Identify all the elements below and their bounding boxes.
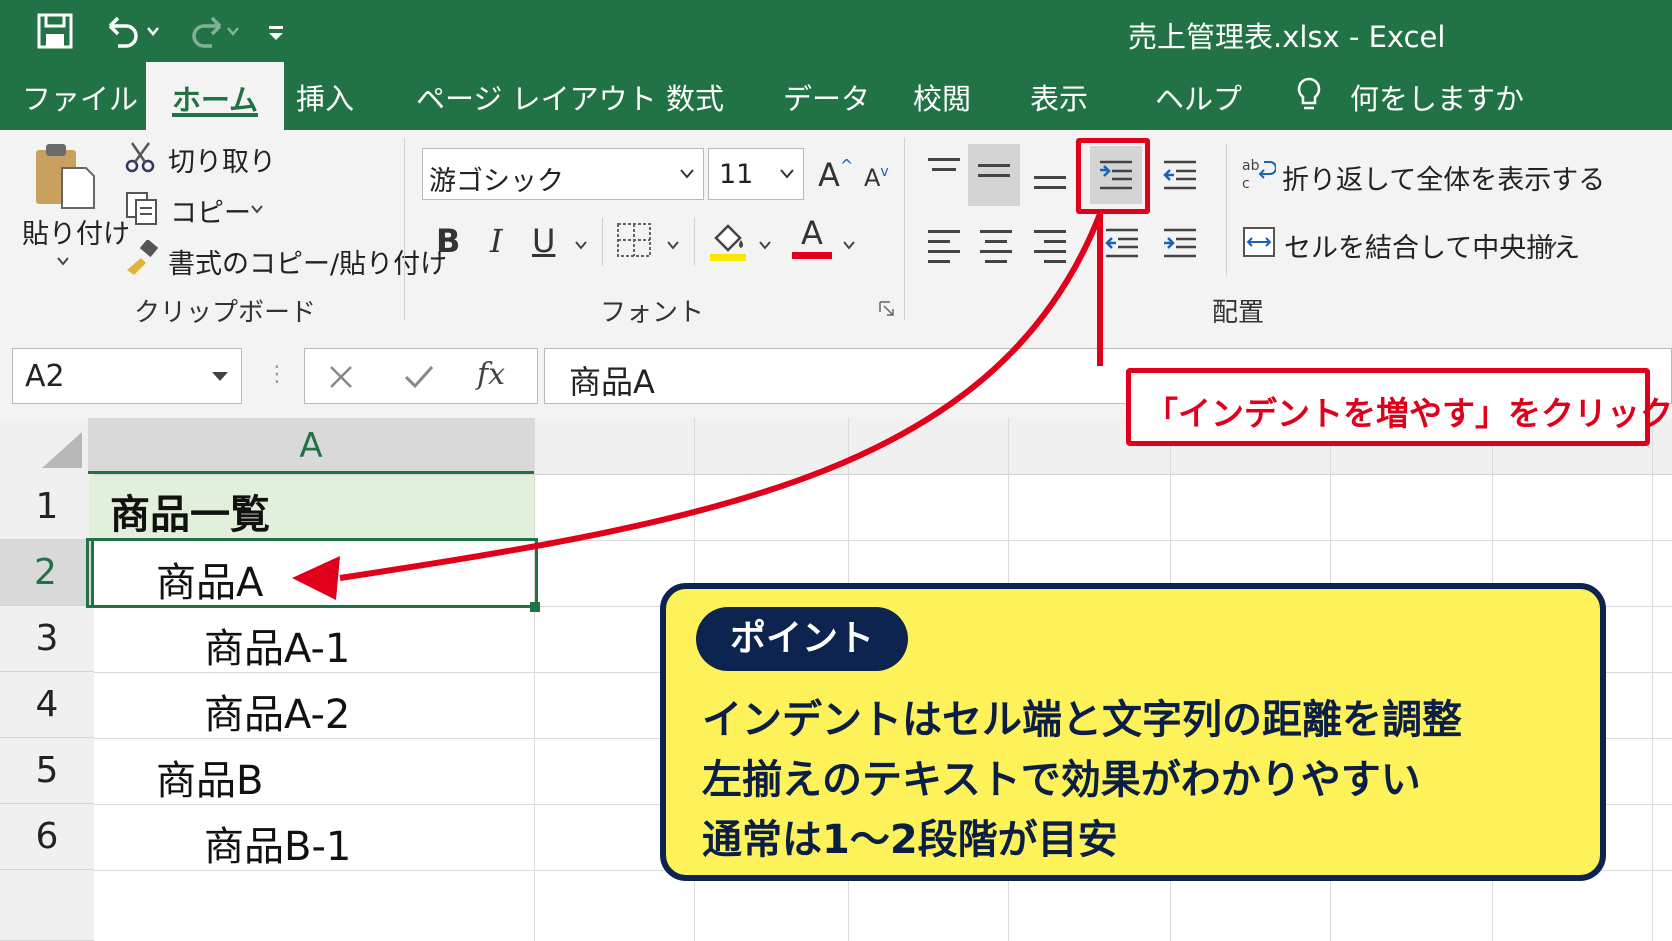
point-badge: ポイント <box>696 607 909 671</box>
instruction-callout: 「インデントを増やす」をクリック <box>1126 368 1672 446</box>
point-line-2: 左揃えのテキストで効果がわかりやすい <box>702 757 1421 803</box>
point-line-1: インデントはセル端と文字列の距離を調整 <box>702 697 1462 743</box>
point-box: ポイント インデントはセル端と文字列の距離を調整 左揃えのテキストで効果がわかり… <box>660 583 1606 881</box>
instruction-callout-label: 「インデントを増やす」をクリック <box>1145 394 1672 433</box>
point-line-3: 通常は1〜2段階が目安 <box>702 817 1118 863</box>
